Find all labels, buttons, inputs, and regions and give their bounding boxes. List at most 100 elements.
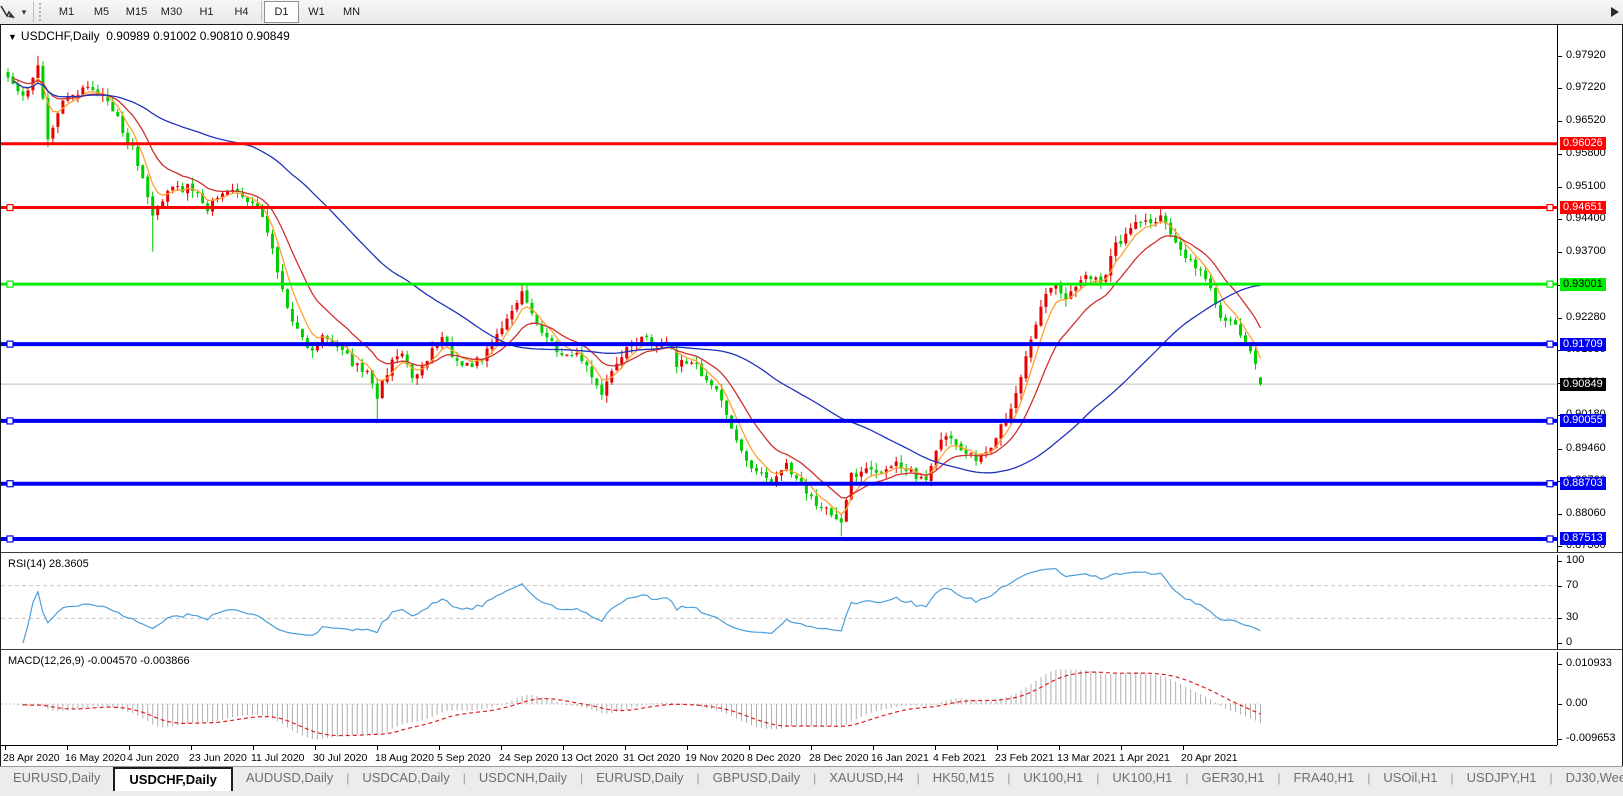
tab-eurusd-daily[interactable]: EURUSD,Daily (0, 767, 113, 788)
tab-usdchf-daily[interactable]: USDCHF,Daily (113, 767, 233, 791)
candle (280, 271, 284, 290)
candle (1009, 408, 1013, 420)
rsi-axis[interactable]: 100 70 30 0 (1557, 554, 1622, 649)
date-label: 4 Jun 2020 (127, 752, 179, 764)
price-axis[interactable]: 0.97920 0.97220 0.96520 0.95800 0.95100 0.944… (1557, 25, 1622, 552)
hline-handle[interactable] (6, 535, 14, 543)
axis-tick (1558, 219, 1562, 221)
candle (605, 381, 609, 396)
hline-handle[interactable] (1546, 203, 1554, 212)
main-price-chart[interactable] (1, 25, 1557, 552)
rsi-tick-label: 70 (1566, 578, 1579, 591)
hline-handle[interactable] (6, 340, 14, 348)
hline-price-tag: 0.87513 (1560, 532, 1606, 546)
tab-gbpusd-daily[interactable]: GBPUSD,Daily (700, 767, 813, 788)
timeframe-button-m15[interactable]: M15 (119, 1, 154, 23)
date-tick (377, 746, 378, 750)
timeframe-button-w1[interactable]: W1 (299, 1, 334, 23)
date-label: 8 Dec 2020 (747, 752, 801, 764)
candle (465, 362, 469, 366)
candle (56, 113, 60, 127)
date-tick (439, 746, 440, 750)
timeframe-button-h4[interactable]: H4 (224, 1, 259, 23)
tab-fra40-h1[interactable]: FRA40,H1 (1281, 767, 1368, 788)
candle (595, 378, 599, 386)
hline-handle[interactable] (1546, 280, 1554, 288)
candle (944, 436, 948, 440)
timeframe-button-m30[interactable]: M30 (154, 1, 189, 23)
candle (954, 439, 958, 445)
hline-handle[interactable] (1546, 340, 1554, 348)
tab-eurusd-daily[interactable]: EURUSD,Daily (583, 767, 696, 788)
candle (829, 508, 833, 516)
chart-tool-icon[interactable] (0, 3, 17, 21)
tab-dj30-weekly[interactable]: DJ30,Weekly (1553, 767, 1623, 788)
macd-panel[interactable] (1, 652, 1557, 745)
toolbar-grip[interactable] (39, 3, 46, 21)
tab-uk100-h1[interactable]: UK100,H1 (1010, 767, 1096, 788)
axis-tick (1558, 546, 1562, 548)
candle (76, 94, 80, 96)
candle (111, 101, 115, 112)
timeframe-button-m5[interactable]: M5 (84, 1, 119, 23)
price-tick-label: 0.96520 (1566, 113, 1606, 126)
candle (919, 476, 923, 479)
candle (575, 353, 579, 355)
candle (1254, 350, 1257, 364)
date-label: 5 Sep 2020 (437, 752, 491, 764)
macd-axis[interactable]: 0.010933 0.00 -0.009653 (1557, 652, 1622, 745)
rsi-panel[interactable] (1, 555, 1557, 649)
candle (315, 345, 319, 351)
candle (645, 335, 649, 338)
candle (570, 354, 574, 356)
candle (750, 460, 754, 469)
toolbar-overflow-icon[interactable] (1611, 7, 1619, 17)
candle (720, 389, 724, 401)
candle (819, 507, 823, 509)
candle (999, 424, 1003, 440)
candle (295, 322, 299, 329)
hline-handle[interactable] (1546, 535, 1554, 543)
candle (545, 332, 549, 338)
candle (485, 348, 489, 361)
candle (1219, 305, 1223, 318)
rsi-tick-label: 0 (1566, 636, 1573, 648)
candle (445, 336, 449, 342)
hline-price-tag: 0.88703 (1560, 477, 1606, 491)
candle (141, 165, 145, 178)
candle (1169, 222, 1173, 235)
timeframe-button-d1[interactable]: D1 (264, 1, 299, 23)
candle (740, 439, 744, 451)
hline-handle[interactable] (1546, 480, 1554, 488)
hline-price-tag: 0.90055 (1560, 414, 1606, 428)
candle (1044, 293, 1048, 307)
tab-usdjpy-h1[interactable]: USDJPY,H1 (1454, 767, 1550, 788)
timeframe-button-mn[interactable]: MN (334, 1, 369, 23)
tab-xauusd-h4[interactable]: XAUUSD,H4 (816, 767, 916, 788)
tab-audusd-daily[interactable]: AUDUSD,Daily (233, 767, 346, 788)
chart-tool-caret-icon[interactable]: ▾ (17, 7, 31, 18)
hline-handle[interactable] (6, 280, 14, 288)
candle (360, 362, 364, 372)
tab-uk100-h1[interactable]: UK100,H1 (1099, 767, 1185, 788)
candle (969, 452, 973, 454)
hline-handle[interactable] (1546, 417, 1554, 425)
tab-usdcnh-daily[interactable]: USDCNH,Daily (466, 767, 580, 788)
tab-ger30-h1[interactable]: GER30,H1 (1189, 767, 1278, 788)
date-label: 31 Oct 2020 (623, 752, 681, 764)
hline-handle[interactable] (6, 417, 14, 425)
date-axis[interactable]: 28 Apr 2020 16 May 2020 4 Jun 2020 23 Jun 2… (1, 745, 1557, 767)
candle (520, 291, 524, 305)
candle (380, 380, 384, 399)
hline-handle[interactable] (6, 480, 14, 488)
timeframe-button-m1[interactable]: M1 (49, 1, 84, 23)
hline-handle[interactable] (6, 203, 14, 212)
axis-tick (1558, 513, 1562, 515)
candle (1258, 377, 1262, 385)
chart-collapse-icon[interactable]: ▼ (8, 32, 17, 42)
tab-usoil-h1[interactable]: USOil,H1 (1370, 767, 1450, 788)
timeframe-button-h1[interactable]: H1 (189, 1, 224, 23)
date-label: 30 Jul 2020 (313, 752, 368, 764)
tab-hk50-m15[interactable]: HK50,M15 (920, 767, 1007, 788)
tab-usdcad-daily[interactable]: USDCAD,Daily (349, 767, 462, 788)
